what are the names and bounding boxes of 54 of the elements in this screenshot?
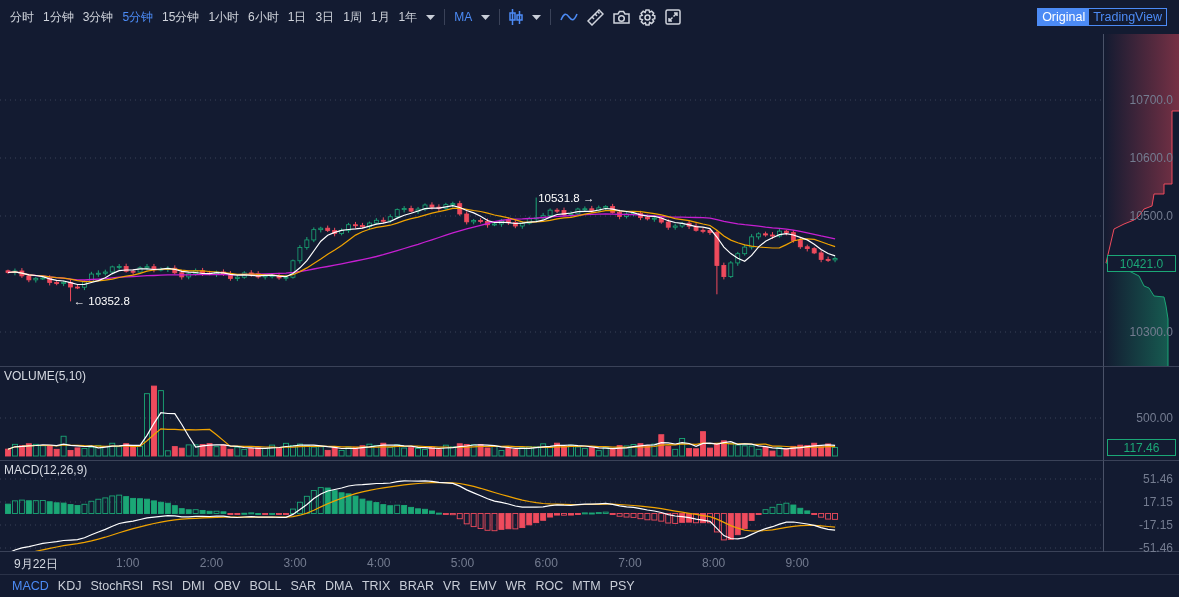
indicator-tab[interactable]: PSY [609, 579, 635, 593]
period-tab[interactable]: 1周 [343, 8, 362, 26]
period-tab[interactable]: 分时 [10, 8, 34, 26]
indicator-tab[interactable]: MACD [12, 579, 49, 593]
period-tab[interactable]: 1小时 [208, 8, 240, 26]
period-tab[interactable]: 3分钟 [82, 8, 114, 26]
indicator-tab[interactable]: OBV [214, 579, 241, 593]
current-price-tag: 10421.0 [1107, 255, 1176, 272]
macd-title: MACD(12,26,9) [4, 463, 88, 477]
indicator-tab[interactable]: StochRSI [90, 579, 144, 593]
period-tab[interactable]: 1月 [370, 8, 390, 26]
indicator-tab[interactable]: MTM [572, 579, 601, 593]
time-axis-label: 5:00 [450, 556, 475, 570]
time-axis-label: 6:00 [534, 556, 558, 570]
price-axis-label: 10700.0 [1129, 93, 1173, 107]
time-axis-label: 9月22日 [14, 556, 58, 573]
time-axis-label: 2:00 [199, 556, 224, 570]
indicator-tab[interactable]: DMA [325, 579, 353, 593]
high-price-label: 10531.8 → [538, 191, 595, 204]
period-tab[interactable]: 6小时 [248, 8, 279, 26]
indicator-tab[interactable]: SAR [290, 579, 317, 593]
view-switch-tab[interactable]: TradingView [1089, 9, 1166, 25]
period-tab[interactable]: 1分钟 [43, 8, 74, 26]
macd-axis-label: -51.46 [1138, 541, 1173, 555]
indicator-tab[interactable]: DMI [182, 579, 205, 593]
time-axis-label: 4:00 [367, 556, 391, 570]
period-tab[interactable]: 1日 [287, 8, 307, 26]
indicator-tab[interactable]: RSI [152, 579, 174, 593]
period-tab[interactable]: 3日 [315, 8, 335, 26]
macd-axis-label: 51.46 [1142, 472, 1173, 486]
price-axis-label: 10300.0 [1129, 325, 1173, 339]
macd-axis-label: 17.15 [1142, 495, 1173, 509]
indicator-tab[interactable]: KDJ [57, 579, 82, 593]
period-tab[interactable]: 1年 [398, 8, 418, 26]
macd-axis-label: -17.15 [1138, 518, 1173, 532]
period-tab[interactable]: 5分钟 [122, 8, 154, 26]
indicator-tab[interactable]: EMV [469, 579, 497, 593]
volume-title: VOLUME(5,10) [4, 369, 87, 383]
indicator-tab[interactable]: WR [505, 579, 527, 593]
time-axis-label: 8:00 [701, 556, 726, 570]
indicator-tab[interactable]: ROC [535, 579, 564, 593]
time-axis-label: 9:00 [785, 556, 809, 570]
time-axis-label: 1:00 [116, 556, 140, 570]
indicator-dropdown[interactable]: MA [454, 10, 473, 24]
indicator-tab[interactable]: TRIX [361, 579, 391, 593]
indicator-tab[interactable]: BRAR [399, 579, 435, 593]
volume-axis-label: 500.00 [1136, 411, 1173, 425]
current-volume-tag: 117.46 [1107, 439, 1176, 456]
indicator-tab[interactable]: VR [443, 579, 461, 593]
time-axis-label: 3:00 [283, 556, 307, 570]
indicator-tab[interactable]: BOLL [249, 579, 282, 593]
low-price-label: ← 10352.8 [73, 295, 130, 308]
period-tab[interactable]: 15分钟 [162, 8, 200, 26]
time-axis-label: 7:00 [618, 556, 642, 570]
